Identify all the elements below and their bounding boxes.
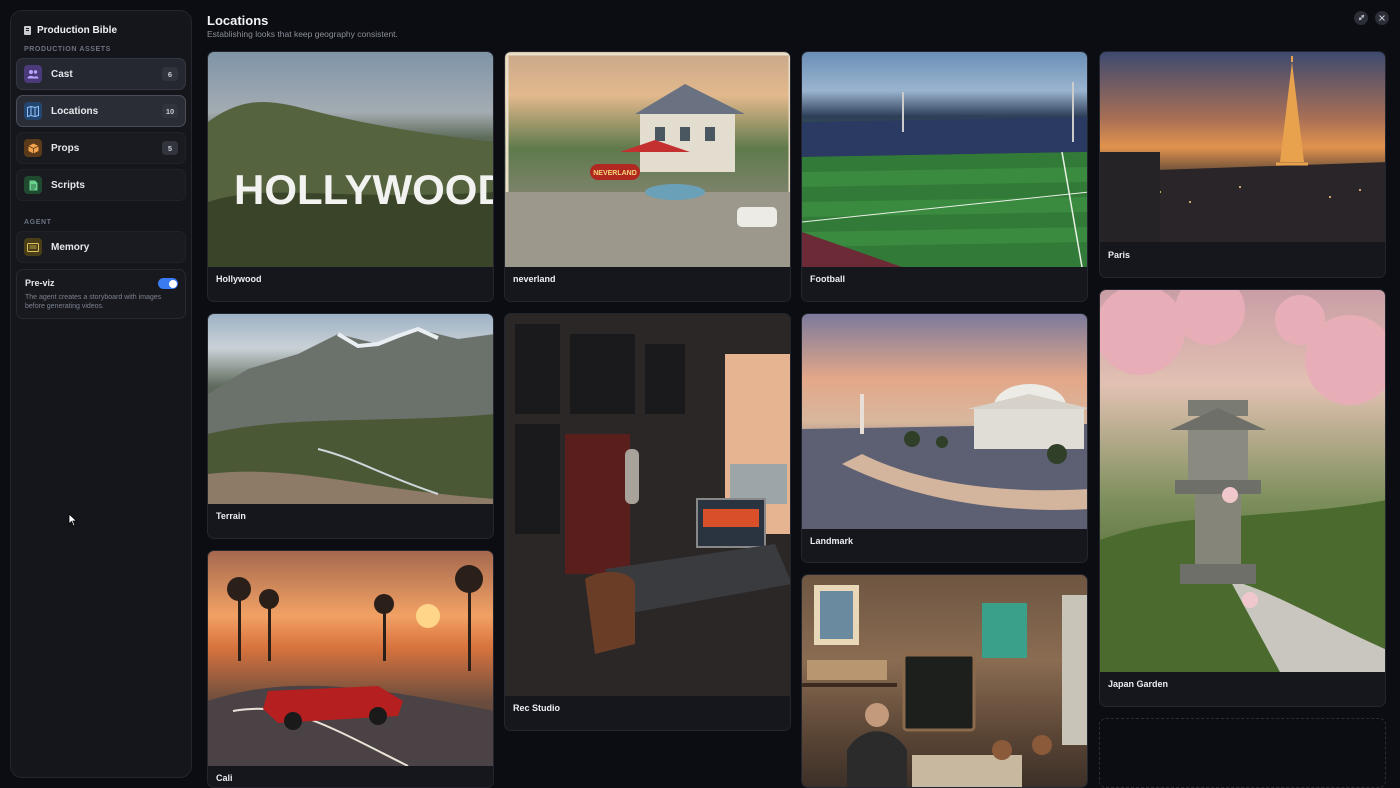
location-card-paris[interactable]: Paris bbox=[1099, 51, 1386, 278]
box-icon bbox=[24, 139, 42, 157]
sidebar-item-props[interactable]: Props 5 bbox=[16, 132, 186, 164]
collapse-button[interactable] bbox=[1354, 11, 1368, 25]
location-card-neverland[interactable]: NEVERLAND neverland bbox=[504, 51, 791, 302]
location-name: Terrain bbox=[216, 511, 246, 521]
location-image bbox=[802, 314, 1087, 529]
location-card-terrain[interactable]: Terrain bbox=[207, 313, 494, 539]
previz-toggle[interactable] bbox=[158, 278, 178, 289]
location-card-landmark[interactable]: Landmark bbox=[801, 313, 1088, 563]
location-image bbox=[802, 52, 1087, 267]
location-image bbox=[208, 551, 493, 766]
sidebar: Production Bible PRODUCTION ASSETS Cast … bbox=[10, 10, 192, 778]
map-icon bbox=[24, 102, 42, 120]
previz-panel: Pre-viz The agent creates a storyboard w… bbox=[16, 269, 186, 319]
sidebar-item-cast[interactable]: Cast 6 bbox=[16, 58, 186, 90]
location-name: Rec Studio bbox=[513, 703, 561, 713]
sidebar-item-label: Memory bbox=[51, 241, 90, 253]
count-badge: 5 bbox=[162, 141, 178, 155]
sidebar-item-locations[interactable]: Locations 10 bbox=[16, 95, 186, 127]
location-image bbox=[1100, 290, 1385, 672]
location-image bbox=[1100, 52, 1385, 242]
neverland-sign-text: NEVERLAND bbox=[593, 170, 637, 177]
location-name: Football bbox=[810, 274, 845, 284]
count-badge: 10 bbox=[162, 104, 178, 118]
page-subtitle: Establishing looks that keep geography c… bbox=[207, 29, 398, 39]
section-label-assets: PRODUCTION ASSETS bbox=[24, 46, 111, 53]
location-image bbox=[802, 575, 1087, 787]
location-image: NEVERLAND bbox=[505, 52, 790, 267]
location-card-cafe[interactable] bbox=[801, 574, 1088, 788]
document-icon bbox=[24, 176, 42, 194]
location-name: Landmark bbox=[810, 536, 854, 546]
location-name: Paris bbox=[1108, 250, 1131, 260]
sidebar-item-memory[interactable]: Memory bbox=[16, 231, 186, 263]
sidebar-item-label: Cast bbox=[51, 68, 73, 80]
previz-description: The agent creates a storyboard with imag… bbox=[25, 294, 162, 310]
count-badge: 6 bbox=[162, 67, 178, 81]
location-name: neverland bbox=[513, 274, 556, 284]
close-button[interactable] bbox=[1375, 11, 1389, 25]
sidebar-header: Production Bible bbox=[16, 23, 186, 42]
location-card-japan-garden[interactable]: Japan Garden bbox=[1099, 289, 1386, 707]
previz-title: Pre-viz bbox=[25, 278, 55, 288]
memory-icon bbox=[24, 238, 42, 256]
section-label-agent: AGENT bbox=[24, 219, 52, 226]
location-image bbox=[505, 314, 790, 696]
collapse-icon bbox=[1358, 14, 1365, 23]
page-title: Locations bbox=[207, 13, 269, 28]
location-image bbox=[208, 314, 493, 504]
location-card-rec-studio[interactable]: Rec Studio bbox=[504, 313, 791, 731]
location-image: HOLLYWOOD bbox=[208, 52, 493, 267]
sidebar-item-label: Props bbox=[51, 142, 80, 154]
location-card-football[interactable]: Football bbox=[801, 51, 1088, 302]
location-card-cali[interactable]: Cali bbox=[207, 550, 494, 788]
location-name: Japan Garden bbox=[1108, 679, 1169, 689]
location-name: Hollywood bbox=[216, 274, 262, 284]
hollywood-sign-text: HOLLYWOOD bbox=[234, 166, 493, 213]
people-icon bbox=[24, 65, 42, 83]
sidebar-item-label: Locations bbox=[51, 105, 99, 117]
sidebar-item-scripts[interactable]: Scripts bbox=[16, 169, 186, 201]
sidebar-title: Production Bible bbox=[37, 25, 117, 36]
add-location-placeholder[interactable] bbox=[1099, 718, 1386, 788]
close-icon bbox=[1379, 14, 1385, 23]
location-card-hollywood[interactable]: HOLLYWOOD Hollywood bbox=[207, 51, 494, 302]
book-icon bbox=[24, 26, 31, 35]
location-name: Cali bbox=[216, 773, 233, 783]
sidebar-item-label: Scripts bbox=[51, 179, 85, 191]
